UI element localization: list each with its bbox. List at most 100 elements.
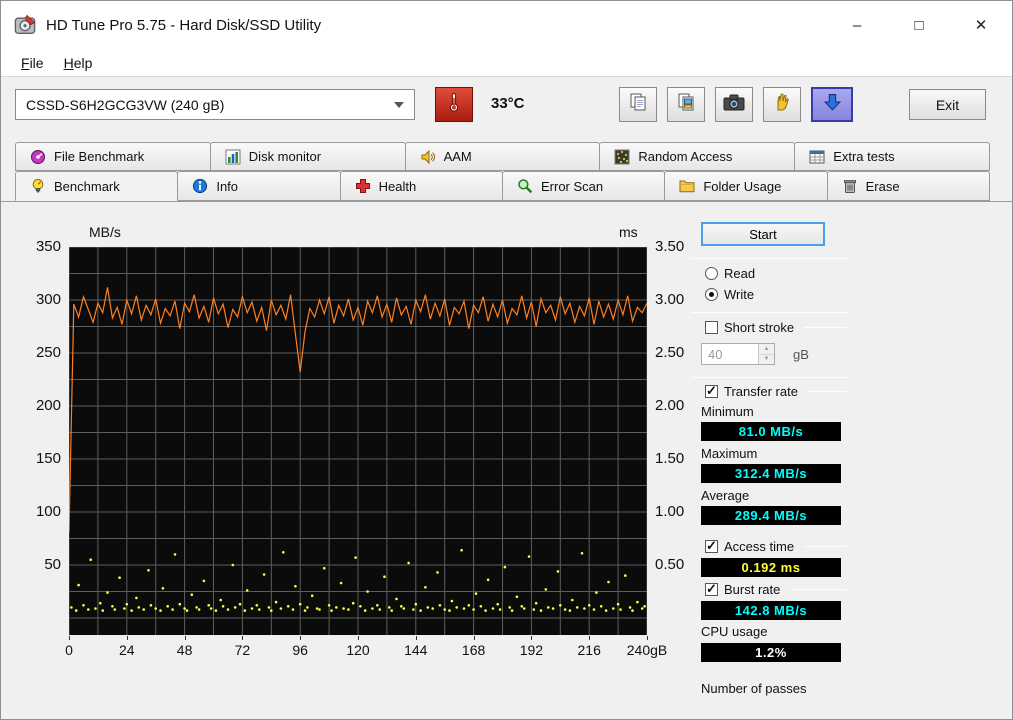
disk-monitor-icon — [225, 149, 241, 165]
tab-label: Benchmark — [54, 178, 120, 194]
tab-aam[interactable]: AAM — [404, 142, 601, 171]
tab-extra-tests[interactable]: Extra tests — [794, 142, 990, 171]
tab-health[interactable]: Health — [339, 171, 503, 201]
x-axis-tick — [126, 636, 128, 640]
maximize-icon[interactable]: □ — [888, 1, 950, 49]
minimize-icon[interactable]: – — [826, 1, 888, 49]
exit-button[interactable]: Exit — [909, 89, 986, 120]
donate-button[interactable] — [763, 87, 801, 122]
close-icon[interactable]: ✕ — [950, 1, 1012, 49]
tab-random-access[interactable]: Random Access — [599, 142, 796, 171]
screenshot-button[interactable] — [715, 87, 753, 122]
burst-rate-checkbox[interactable] — [705, 581, 718, 597]
short-stroke-label: Short stroke — [724, 320, 795, 335]
x-axis-tick-label: 120 — [346, 642, 370, 658]
y-axis-tick-label: 100 — [35, 503, 61, 520]
tab-file-benchmark[interactable]: File Benchmark — [15, 142, 211, 171]
read-radio[interactable] — [705, 267, 718, 280]
copy-icon — [628, 92, 648, 117]
stepper-down-icon[interactable]: ▼ — [759, 354, 774, 364]
stepper-buttons: ▲ ▼ — [758, 344, 774, 364]
y2-axis-tick-label: 3.50 — [655, 238, 685, 255]
tab-error-scan[interactable]: Error Scan — [501, 171, 666, 201]
transfer-rate-checkbox[interactable] — [705, 383, 718, 399]
toolbar-buttons — [619, 87, 853, 122]
x-axis-tick — [415, 636, 417, 640]
window-title: HD Tune Pro 5.75 - Hard Disk/SSD Utility — [46, 16, 322, 34]
access-time-checkbox[interactable] — [705, 538, 718, 554]
tab-benchmark[interactable]: Benchmark — [15, 171, 179, 201]
transfer-rate-label: Transfer rate — [724, 384, 798, 399]
drive-select-value: CSSD-S6H2GCG3VW (240 gB) — [26, 96, 225, 113]
info-icon — [192, 178, 208, 194]
x-axis-tick — [473, 636, 475, 640]
copy-button[interactable] — [619, 87, 657, 122]
divider — [691, 312, 848, 313]
right-axis-title: ms — [619, 224, 638, 240]
file-benchmark-icon — [30, 149, 46, 165]
titlebar: HD Tune Pro 5.75 - Hard Disk/SSD Utility… — [1, 1, 1012, 49]
capacity-value[interactable]: 40 — [702, 344, 758, 364]
access-time-row[interactable]: Access time — [705, 538, 847, 554]
drive-select-dropdown[interactable]: CSSD-S6H2GCG3VW (240 gB) — [15, 89, 415, 120]
short-stroke-row[interactable]: Short stroke — [705, 320, 847, 335]
y-axis-tick-label: 350 — [35, 238, 61, 255]
x-axis-tick — [589, 636, 591, 640]
cpu-usage-value: 1.2% — [701, 643, 841, 662]
x-axis-tick-label: 240gB — [626, 642, 668, 658]
save-results-button[interactable] — [811, 87, 853, 122]
thermometer-icon — [448, 91, 460, 118]
tab-label: File Benchmark — [54, 149, 145, 164]
capacity-stepper[interactable]: 40 ▲ ▼ — [701, 343, 775, 365]
temperature-button[interactable] — [435, 87, 473, 122]
left-axis-title: MB/s — [89, 224, 121, 240]
tabs-row-1: File Benchmark Disk monitor AAM Random A… — [15, 142, 990, 171]
burst-rate-row[interactable]: Burst rate — [705, 581, 847, 597]
benchmark-chart — [69, 247, 647, 635]
minimum-label: Minimum — [701, 404, 754, 419]
folder-usage-icon — [679, 178, 695, 194]
average-label: Average — [701, 488, 750, 503]
tab-label: Health — [378, 178, 417, 194]
tab-folder-usage[interactable]: Folder Usage — [664, 171, 828, 201]
group-line — [804, 546, 847, 547]
tab-label: Info — [216, 178, 239, 194]
y2-axis-tick-label: 3.00 — [655, 291, 685, 308]
menu-help[interactable]: Help — [54, 52, 103, 74]
short-stroke-checkbox[interactable] — [705, 321, 718, 334]
start-button[interactable]: Start — [701, 222, 825, 246]
tab-label: Erase — [865, 178, 900, 194]
toolbar: CSSD-S6H2GCG3VW (240 gB) 33°C Exit — [1, 77, 1012, 142]
tab-label: Folder Usage — [703, 178, 782, 194]
x-axis-tick-label: 0 — [65, 642, 73, 658]
tab-label: Extra tests — [833, 149, 895, 164]
tab-label: Random Access — [638, 149, 733, 164]
tab-info[interactable]: Info — [177, 171, 341, 201]
tabs-row-2: Benchmark Info Health Error Scan Folder … — [15, 171, 990, 201]
divider — [691, 258, 848, 259]
read-radio-row[interactable]: Read — [705, 266, 847, 281]
tab-disk-monitor[interactable]: Disk monitor — [209, 142, 406, 171]
tab-label: AAM — [443, 149, 472, 164]
x-axis-tick-label: 24 — [119, 642, 135, 658]
app-icon — [14, 14, 36, 36]
y-axis-tick-label: 50 — [44, 556, 61, 573]
stepper-up-icon[interactable]: ▲ — [759, 344, 774, 355]
transfer-rate-row[interactable]: Transfer rate — [705, 383, 847, 399]
temperature-readout: 33°C — [491, 95, 525, 112]
copy-image-button[interactable] — [667, 87, 705, 122]
write-radio-row[interactable]: Write — [705, 287, 847, 302]
x-axis-tick-label: 96 — [292, 642, 308, 658]
x-axis-tick-label: 72 — [234, 642, 251, 658]
menu-file[interactable]: File — [11, 52, 54, 74]
maximum-label: Maximum — [701, 446, 758, 461]
tab-label: Error Scan — [540, 178, 604, 194]
tab-erase[interactable]: Erase — [826, 171, 990, 201]
divider — [691, 377, 848, 378]
burst-rate-value: 142.8 MB/s — [701, 601, 841, 620]
write-radio[interactable] — [705, 288, 718, 301]
x-axis-tick-label: 144 — [404, 642, 428, 658]
read-radio-label: Read — [724, 266, 756, 281]
cpu-usage-label: CPU usage — [701, 624, 768, 639]
x-axis-tick-label: 168 — [461, 642, 486, 658]
